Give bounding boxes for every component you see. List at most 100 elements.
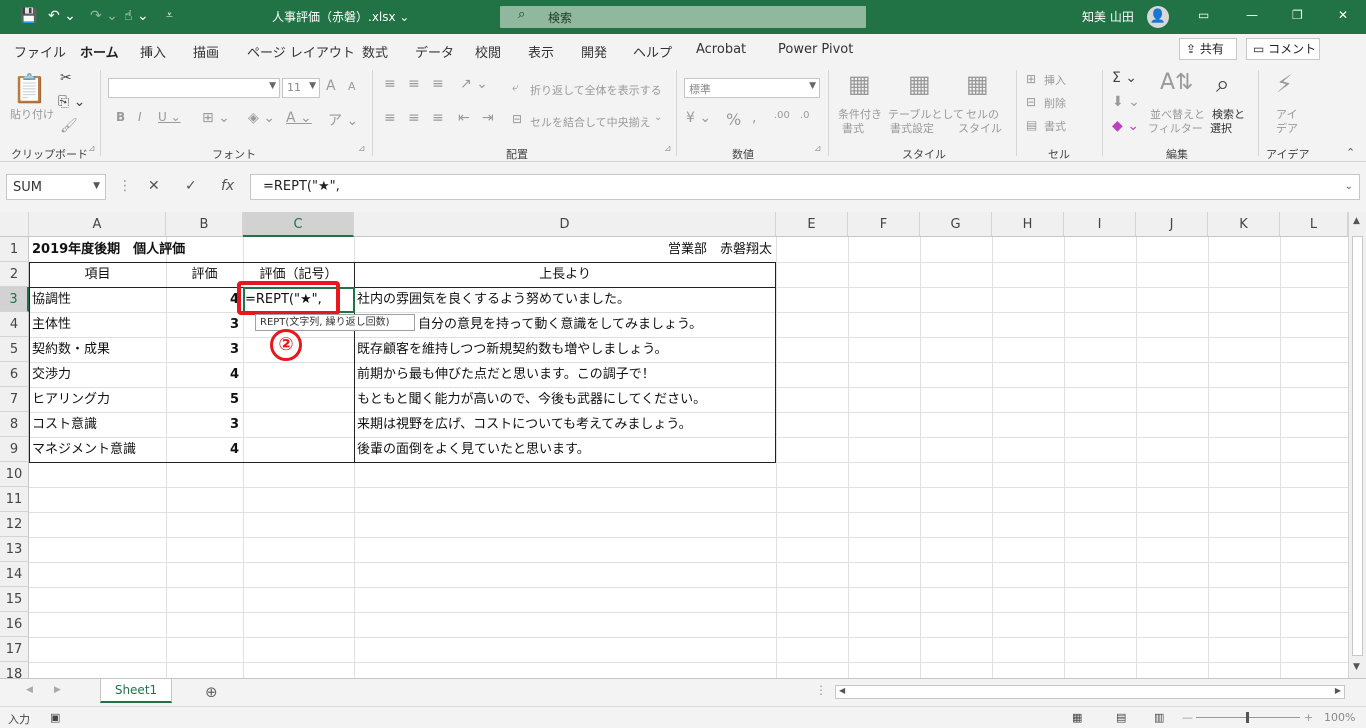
increase-decimal-icon[interactable]: .00 (774, 110, 790, 121)
scroll-right-icon[interactable]: ▶ (1335, 686, 1341, 695)
user-name[interactable]: 知美 山田 (1082, 8, 1134, 25)
tab-power-pivot[interactable]: Power Pivot (778, 42, 853, 57)
normal-view-icon[interactable]: ▦ (1072, 711, 1082, 724)
zoom-out-icon[interactable]: — (1182, 711, 1193, 724)
decrease-decimal-icon[interactable]: .0 (800, 110, 810, 121)
underline-icon[interactable]: U ⌄ (158, 110, 181, 124)
align-right-icon[interactable]: ≡ (432, 110, 444, 126)
cancel-icon[interactable]: ✕ (148, 178, 160, 194)
sort-filter-label-2[interactable]: フィルター (1148, 120, 1203, 136)
zoom-in-icon[interactable]: + (1304, 711, 1313, 724)
sheet-tab-sheet1[interactable]: Sheet1 (100, 679, 172, 703)
ribbon-display-icon[interactable]: ▭ (1198, 8, 1209, 22)
fill-color-icon[interactable]: ◈ ⌄ (248, 110, 275, 126)
row-header[interactable]: 11 (0, 487, 29, 512)
row-header[interactable]: 7 (0, 387, 29, 412)
tab-help[interactable]: ヘルプ (633, 42, 672, 61)
item-cell[interactable]: コスト意識 (32, 412, 97, 437)
number-launcher-icon[interactable]: ⊿ (814, 144, 822, 154)
grow-font-icon[interactable]: A (326, 78, 336, 94)
bold-icon[interactable]: B (116, 110, 125, 124)
comment-cell[interactable]: 既存顧客を維持しつつ新規契約数も増やしましょう。 (357, 337, 667, 362)
scroll-left-icon[interactable]: ◀ (839, 686, 845, 695)
minimize-icon[interactable]: — (1246, 8, 1258, 22)
column-header-d[interactable]: D (354, 212, 776, 237)
page-break-view-icon[interactable]: ▥ (1154, 711, 1164, 724)
author-cell[interactable]: 営業部 赤磐翔太 (560, 237, 772, 262)
italic-icon[interactable]: I (138, 110, 142, 124)
item-cell[interactable]: ヒアリング力 (32, 387, 110, 412)
column-header-e[interactable]: E (776, 212, 848, 237)
format-as-table-label-2[interactable]: 書式設定 (890, 120, 934, 136)
row-header[interactable]: 8 (0, 412, 29, 437)
shrink-font-icon[interactable]: A (348, 80, 356, 93)
chevron-down-icon[interactable]: ⌄ (654, 112, 662, 123)
close-icon[interactable]: ✕ (1338, 8, 1348, 22)
insert-cells-button[interactable]: 挿入 (1044, 72, 1066, 88)
increase-indent-icon[interactable]: ⇥ (482, 110, 494, 126)
copy-icon[interactable]: ⎘ ⌄ (58, 94, 85, 110)
alignment-launcher-icon[interactable]: ⊿ (664, 144, 672, 154)
comment-cell[interactable]: 前期から最も伸びた点だと思います。この調子で！ (357, 362, 655, 387)
zoom-level[interactable]: 100% (1324, 711, 1355, 724)
align-center-icon[interactable]: ≡ (408, 110, 420, 126)
macro-record-icon[interactable]: ▣ (50, 711, 60, 724)
sort-filter-icon[interactable]: A⇅ (1160, 70, 1193, 95)
prev-sheet-icon[interactable]: ◀ (26, 685, 33, 695)
row-header[interactable]: 14 (0, 562, 29, 587)
column-header-h[interactable]: H (992, 212, 1064, 237)
tab-acrobat[interactable]: Acrobat (696, 42, 746, 57)
enter-icon[interactable]: ✓ (185, 178, 197, 194)
column-header-j[interactable]: J (1136, 212, 1208, 237)
row-header[interactable]: 10 (0, 462, 29, 487)
cell-styles-icon[interactable]: ▦ (966, 70, 989, 98)
select-all-corner[interactable] (0, 212, 29, 237)
decrease-indent-icon[interactable]: ⇤ (458, 110, 470, 126)
restore-icon[interactable]: ❐ (1292, 8, 1303, 22)
row-header[interactable]: 15 (0, 587, 29, 612)
column-header-b[interactable]: B (166, 212, 243, 237)
font-color-icon[interactable]: A ⌄ (286, 110, 312, 126)
paste-label[interactable]: 貼り付け (10, 106, 54, 122)
paste-icon[interactable]: 📋 (12, 72, 47, 105)
format-cells-button[interactable]: 書式 (1044, 118, 1066, 134)
autosum-icon[interactable]: Σ ⌄ (1112, 70, 1137, 86)
number-format-combo[interactable]: 標準 ▼ (684, 78, 820, 98)
tab-developer[interactable]: 開発 (581, 42, 607, 61)
tab-data[interactable]: データ (415, 42, 454, 61)
formula-input[interactable]: =REPT("★", ⌄ (250, 174, 1360, 200)
row-header[interactable]: 4 (0, 312, 29, 337)
conditional-format-icon[interactable]: ▦ (848, 70, 871, 98)
column-header-f[interactable]: F (848, 212, 920, 237)
row-header[interactable]: 13 (0, 537, 29, 562)
header-comment-cell[interactable]: 上長より (354, 262, 776, 287)
tab-insert[interactable]: 挿入 (140, 42, 166, 61)
redo-icon[interactable]: ↷ ⌄ (90, 8, 118, 24)
format-as-table-icon[interactable]: ▦ (908, 70, 931, 98)
row-header[interactable]: 17 (0, 637, 29, 662)
customize-qat-icon[interactable]: ⩡ (166, 8, 173, 23)
collapse-ribbon-icon[interactable]: ⌃ (1346, 146, 1355, 159)
align-top-icon[interactable]: ≡ (384, 76, 396, 92)
clipboard-launcher-icon[interactable]: ⊿ (88, 144, 96, 154)
row-header[interactable]: 5 (0, 337, 29, 362)
comment-cell[interactable]: 来期は視野を広げ、コストについても考えてみましょう。 (357, 412, 692, 437)
fill-icon[interactable]: ⬇ ⌄ (1112, 94, 1140, 110)
currency-icon[interactable]: ¥ ⌄ (686, 110, 711, 126)
border-icon[interactable]: ⊞ ⌄ (202, 110, 230, 126)
row-header[interactable]: 2 (0, 262, 29, 287)
comma-icon[interactable]: , (752, 110, 756, 126)
column-header-l[interactable]: L (1280, 212, 1348, 237)
row-header[interactable]: 1 (0, 237, 29, 262)
score-cell[interactable]: 4 (166, 362, 239, 387)
page-layout-view-icon[interactable]: ▤ (1116, 711, 1126, 724)
column-header-k[interactable]: K (1208, 212, 1280, 237)
avatar[interactable]: 👤 (1147, 6, 1169, 28)
tab-home[interactable]: ホーム (80, 42, 119, 68)
tab-review[interactable]: 校閲 (475, 42, 501, 61)
sheet-title-cell[interactable]: 2019年度後期 個人評価 (32, 237, 185, 262)
scroll-up-icon[interactable]: ▲ (1353, 216, 1360, 226)
font-size-combo[interactable]: 11 ▼ (282, 78, 320, 98)
comment-cell[interactable]: 後輩の面倒をよく見ていたと思います。 (357, 437, 590, 462)
scroll-down-icon[interactable]: ▼ (1353, 662, 1360, 672)
